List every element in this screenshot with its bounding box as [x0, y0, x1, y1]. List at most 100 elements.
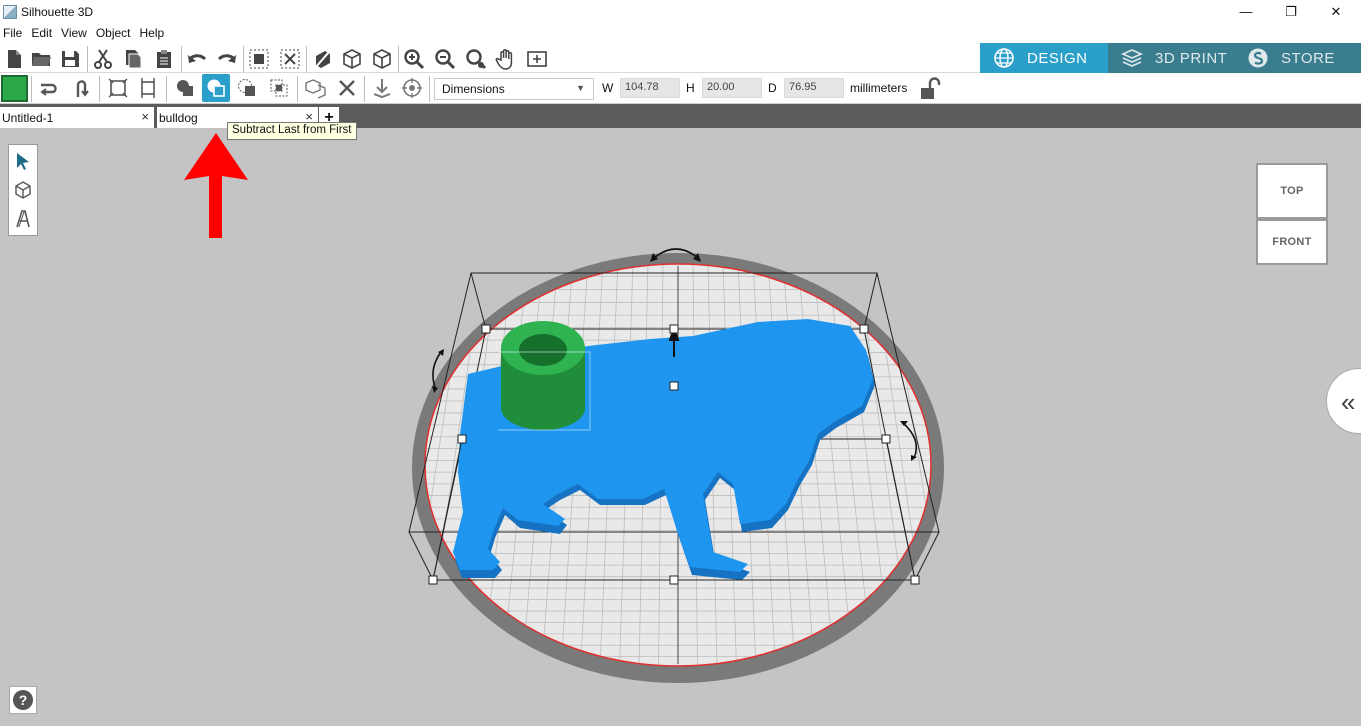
pan-button[interactable] — [492, 45, 520, 73]
width-input[interactable]: 104.78 — [620, 78, 680, 98]
doc-tab-untitled[interactable]: Untitled-1 × — [0, 107, 154, 128]
depth-input[interactable]: 76.95 — [784, 78, 844, 98]
tab-3d-print-label: 3D PRINT — [1155, 49, 1228, 67]
open-button[interactable] — [27, 45, 55, 73]
app-logo-icon — [3, 4, 17, 19]
tab-design-label: DESIGN — [1027, 49, 1088, 67]
fit-page-icon — [527, 51, 547, 67]
menu-edit[interactable]: Edit — [28, 26, 58, 40]
rotate-view-button[interactable] — [308, 45, 336, 73]
expand-panel-button[interactable]: « — [1326, 368, 1361, 434]
center-button[interactable] — [398, 74, 426, 102]
cube-view-button[interactable] — [338, 45, 366, 73]
save-button[interactable] — [56, 45, 84, 73]
grid-line — [782, 265, 815, 665]
grid-line — [426, 265, 469, 665]
fit-page-button[interactable] — [523, 45, 551, 73]
height-input[interactable]: 20.00 — [702, 78, 762, 98]
close-window-button[interactable]: ✕ — [1313, 0, 1359, 23]
group-button[interactable] — [245, 45, 273, 73]
new-file-button[interactable] — [0, 45, 28, 73]
lift-handle[interactable] — [668, 324, 680, 357]
cube-alt-button[interactable] — [368, 45, 396, 73]
grid-line — [737, 265, 757, 665]
selection-bounding-box — [408, 272, 940, 581]
text-tool-button[interactable] — [11, 206, 35, 232]
grid-line — [812, 265, 854, 665]
intersect-button[interactable] — [265, 74, 293, 102]
cylinder-model — [498, 321, 591, 431]
toolbar-separator — [181, 46, 182, 72]
copy-button[interactable] — [119, 45, 147, 73]
close-tab-icon[interactable]: × — [141, 109, 149, 124]
menu-object[interactable]: Object — [93, 26, 137, 40]
drop-to-floor-button[interactable] — [368, 74, 396, 102]
svg-text:?: ? — [19, 692, 28, 708]
cut-button[interactable] — [89, 45, 117, 73]
chevron-down-icon: ▼ — [576, 83, 585, 93]
tab-store[interactable]: STORE — [1234, 43, 1361, 73]
select-tool-button[interactable] — [11, 148, 35, 174]
aspect-lock-button[interactable] — [918, 76, 944, 102]
cut-icon — [94, 49, 112, 69]
grid-line — [722, 265, 737, 665]
document-tabs: Untitled-1 × bulldog × + — [0, 104, 1361, 128]
build-plate-grid — [426, 265, 930, 665]
subtract-first-from-last-button[interactable] — [233, 74, 261, 102]
view-cube-top[interactable]: TOP — [1256, 163, 1328, 219]
menu-file[interactable]: File — [0, 26, 28, 40]
color-swatch[interactable] — [1, 75, 28, 102]
toolbar-separator — [429, 76, 430, 102]
toolbar-separator — [297, 76, 298, 102]
new-file-icon — [8, 50, 21, 68]
dimensions-select[interactable]: Dimensions ▼ — [434, 78, 594, 100]
pointer-arrow-icon — [17, 153, 29, 170]
intersect-icon — [270, 79, 288, 97]
flip-vertical-button[interactable] — [67, 74, 95, 102]
flip-horizontal-button[interactable] — [35, 74, 63, 102]
grid-line — [619, 265, 634, 665]
tab-design[interactable]: DESIGN — [980, 43, 1108, 73]
doc-tab-label: bulldog — [159, 110, 198, 125]
flip-vertical-icon — [76, 80, 89, 97]
minimize-button[interactable]: — — [1223, 0, 1269, 23]
grid-line — [580, 265, 604, 665]
distribute-button[interactable] — [134, 74, 162, 102]
resize-handles[interactable] — [428, 324, 920, 585]
tooltip: Subtract Last from First — [227, 122, 357, 140]
grid-line — [638, 265, 649, 665]
align-icon — [108, 78, 128, 98]
zoom-out-button[interactable] — [431, 45, 459, 73]
menu-help[interactable]: Help — [137, 26, 171, 40]
subtract-last-from-first-button[interactable] — [202, 74, 230, 102]
union-button[interactable] — [171, 74, 199, 102]
toolbar-separator — [364, 76, 365, 102]
view-cube-front[interactable]: FRONT — [1256, 219, 1328, 265]
restore-button[interactable]: ❐ — [1268, 0, 1314, 23]
menu-bar: File Edit View Object Help — [0, 23, 1361, 43]
zoom-in-button[interactable] — [400, 45, 428, 73]
undo-button[interactable] — [183, 45, 211, 73]
grid-line — [887, 265, 930, 665]
redo-button[interactable] — [213, 45, 241, 73]
grid-line — [426, 265, 484, 665]
ungroup-icon — [280, 49, 300, 69]
height-label: H — [686, 81, 695, 95]
cube-icon — [343, 49, 361, 69]
zoom-in-icon — [404, 49, 425, 70]
depth-label: D — [768, 81, 777, 95]
grid-line — [707, 265, 718, 665]
delete-button[interactable] — [333, 74, 361, 102]
rotate-handles[interactable] — [432, 248, 918, 459]
view-cube[interactable]: TOP FRONT — [1256, 163, 1330, 267]
shape-tool-button[interactable] — [11, 177, 35, 203]
zoom-fit-button[interactable] — [462, 45, 490, 73]
paste-button[interactable] — [150, 45, 178, 73]
menu-view[interactable]: View — [58, 26, 93, 40]
tab-3d-print[interactable]: 3D PRINT — [1108, 43, 1234, 73]
help-button[interactable]: ? — [9, 686, 37, 714]
align-button[interactable] — [104, 74, 132, 102]
union-icon — [177, 80, 193, 96]
ungroup-button[interactable] — [276, 45, 304, 73]
duplicate-button[interactable] — [302, 74, 330, 102]
